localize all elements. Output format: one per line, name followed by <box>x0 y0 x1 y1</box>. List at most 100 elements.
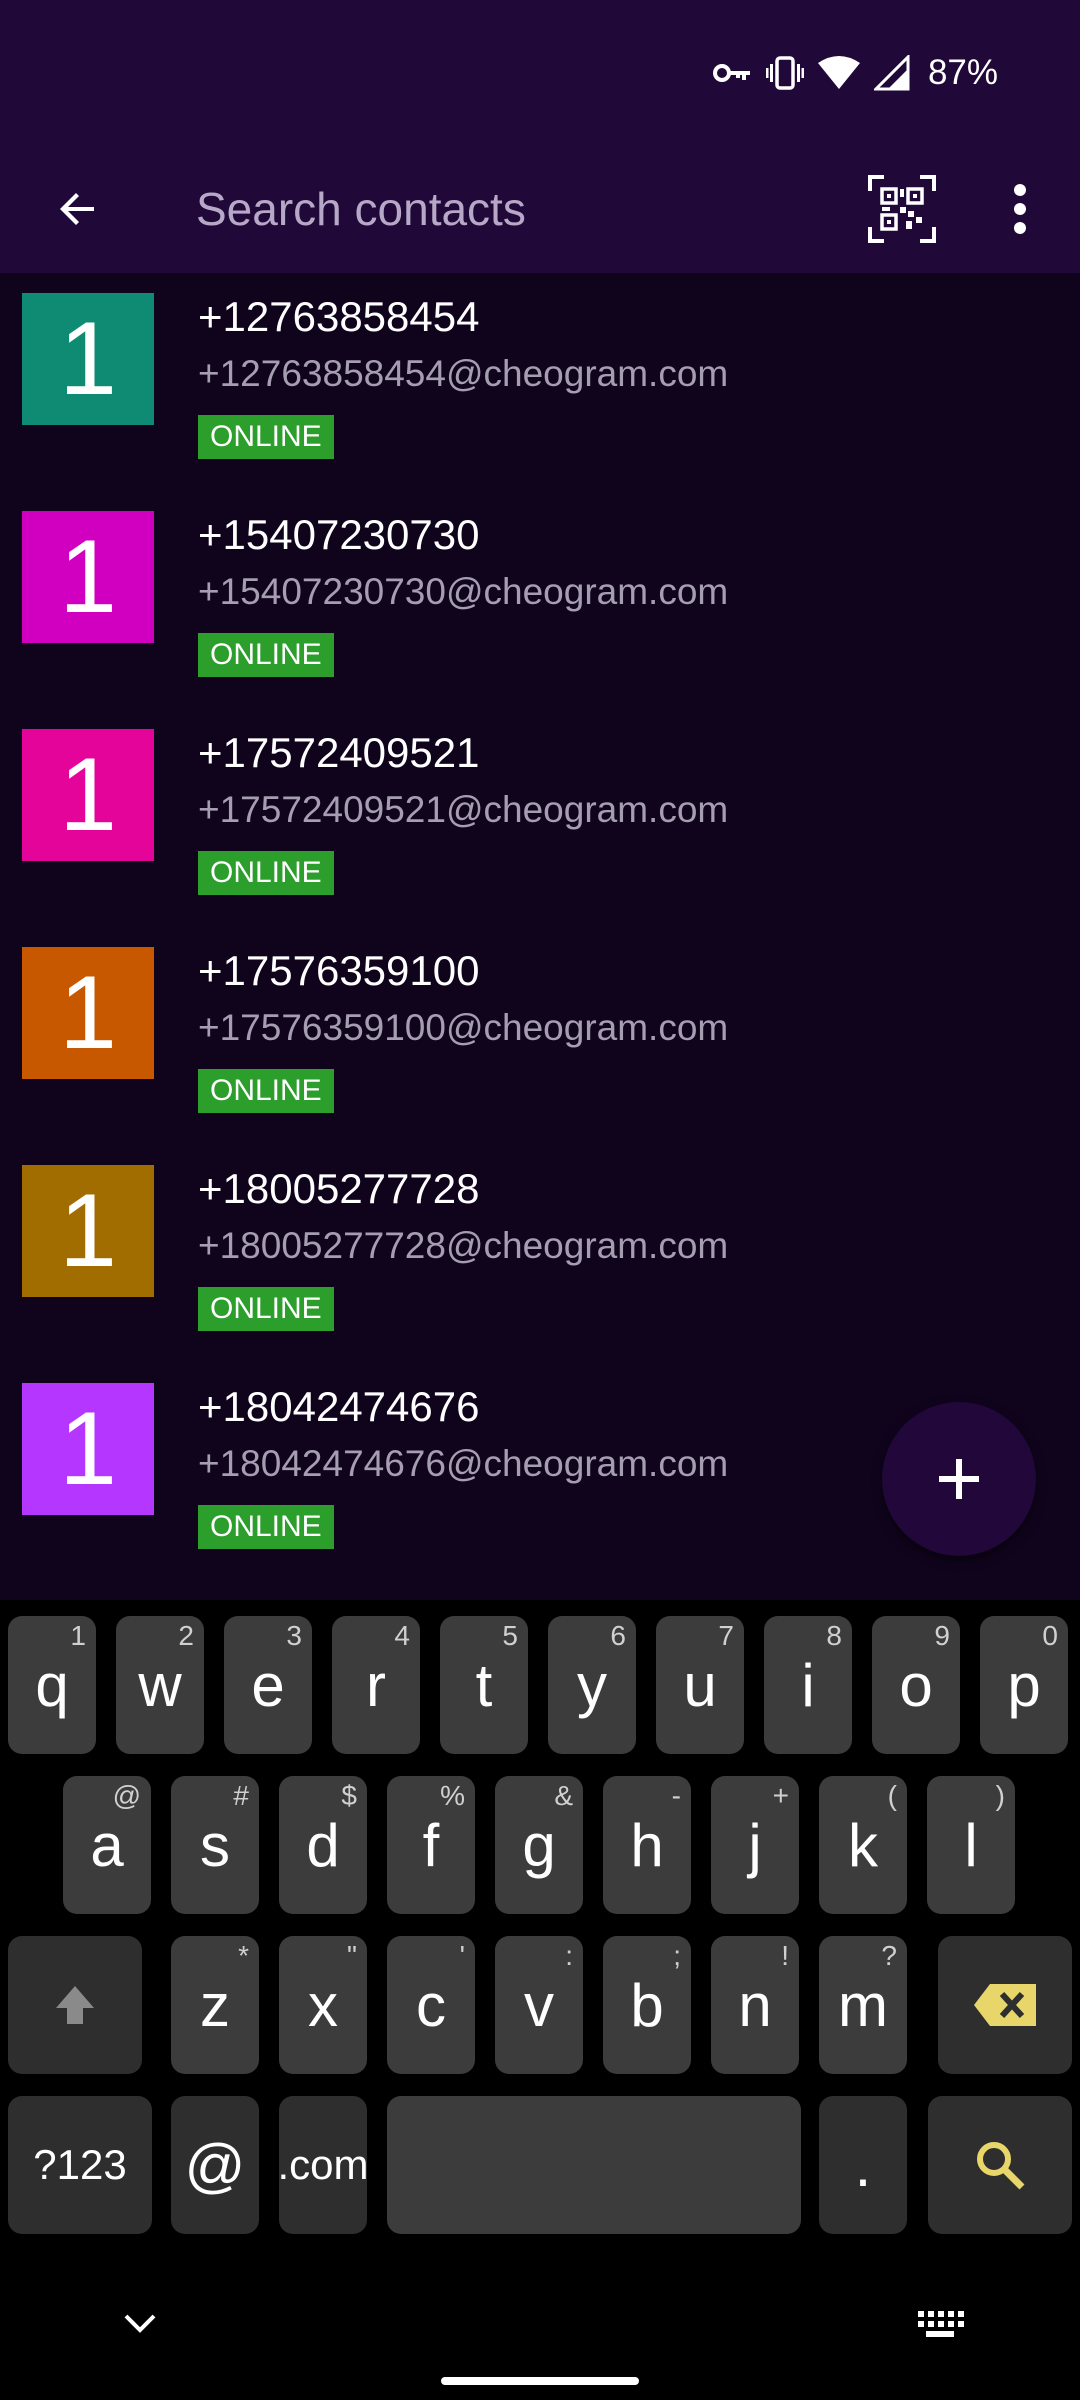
contact-avatar: 1 <box>22 511 154 643</box>
key-label: d <box>306 1811 340 1879</box>
contact-avatar: 1 <box>22 729 154 861</box>
status-badge: ONLINE <box>198 633 334 677</box>
key-label: i <box>801 1651 815 1719</box>
key-label: r <box>366 1651 386 1719</box>
key-label: x <box>308 1971 338 2039</box>
key-hint: ) <box>995 1780 1005 1811</box>
contact-jid: +17576359100@cheogram.com <box>198 1007 729 1048</box>
key-g[interactable]: g & <box>495 1776 583 1914</box>
contact-row[interactable]: 1 +18005277728 +18005277728@cheogram.com ON… <box>0 1145 1080 1363</box>
more-vert-icon <box>1014 184 1026 234</box>
qr-code-icon <box>868 175 936 243</box>
switch-keyboard-button[interactable] <box>910 2294 970 2354</box>
shift-key[interactable] <box>8 1936 142 2074</box>
key-label: u <box>683 1651 717 1719</box>
scan-qr-button[interactable] <box>864 159 940 259</box>
key-m[interactable]: m? <box>819 1936 907 2074</box>
key-n[interactable]: n! <box>711 1936 799 2074</box>
key-label: p <box>1007 1651 1041 1719</box>
contact-name: +12763858454 <box>198 293 480 340</box>
key-d[interactable]: d $ <box>279 1776 367 1914</box>
key-r[interactable]: r4 <box>332 1616 420 1754</box>
contact-list[interactable]: 1 +12763858454 +12763858454@cheogram.com ON… <box>0 273 1080 1600</box>
key-h[interactable]: h- <box>603 1776 691 1914</box>
back-button[interactable] <box>44 175 112 243</box>
key-j[interactable]: j + <box>711 1776 799 1914</box>
key-label: f <box>422 1811 440 1879</box>
backspace-key[interactable] <box>938 1936 1072 2074</box>
contact-jid: +15407230730@cheogram.com <box>198 571 729 612</box>
key-hint: - <box>671 1780 681 1811</box>
space-key[interactable] <box>387 2096 801 2234</box>
key-hint: 5 <box>502 1620 518 1651</box>
search-input[interactable] <box>196 169 816 249</box>
status-bar: 87% <box>0 0 1080 145</box>
more-options-button[interactable] <box>996 169 1044 249</box>
soft-keyboard: q 1 w 2 e 3 r 4 t 5 y 6 u 7 i 8 o 9 p 0 a @ s # d $ f% g & h - j + k(l) z *… <box>0 1600 1080 2270</box>
key-w[interactable]: w2 <box>116 1616 204 1754</box>
key-hint: & <box>554 1780 573 1811</box>
key-v[interactable]: v: <box>495 1936 583 2074</box>
key-hint: 2 <box>178 1620 194 1651</box>
key-i[interactable]: i8 <box>764 1616 852 1754</box>
dotcom-key[interactable]: .com <box>277 2096 369 2234</box>
contact-row[interactable]: 1 +15407230730 +15407230730@cheogram.com ON… <box>0 491 1080 709</box>
contact-jid: +18042474676@cheogram.com <box>198 1443 729 1484</box>
contact-avatar: 1 <box>22 1383 154 1515</box>
hide-keyboard-button[interactable] <box>110 2294 170 2354</box>
contact-name: +17576359100 <box>198 947 480 994</box>
key-label: t <box>475 1651 493 1719</box>
key-label: ?123 <box>33 2141 127 2188</box>
key-hint: ( <box>887 1780 897 1811</box>
key-hint: * <box>238 1940 249 1971</box>
key-u[interactable]: u7 <box>656 1616 744 1754</box>
contact-jid: +12763858454@cheogram.com <box>198 353 729 394</box>
key-q[interactable]: q1 <box>8 1616 96 1754</box>
contact-row[interactable]: 1 +12763858454 +12763858454@cheogram.com ON… <box>0 273 1080 491</box>
key-label: n <box>738 1971 772 2039</box>
key-f[interactable]: f% <box>387 1776 475 1914</box>
key-e[interactable]: e3 <box>224 1616 312 1754</box>
key-o[interactable]: o9 <box>872 1616 960 1754</box>
home-gesture-handle[interactable] <box>441 2377 639 2385</box>
key-label: a <box>90 1811 124 1879</box>
contact-name: +15407230730 <box>198 511 480 558</box>
key-x[interactable]: x " <box>279 1936 367 2074</box>
contact-jid: +18005277728@cheogram.com <box>198 1225 729 1266</box>
key-hint: + <box>772 1780 789 1811</box>
key-c[interactable]: c ' <box>387 1936 475 2074</box>
battery-percentage: 87% <box>927 53 998 92</box>
key-p[interactable]: p0 <box>980 1616 1068 1754</box>
key-hint: " <box>347 1940 357 1971</box>
contact-row[interactable]: 1 +17576359100 +17576359100@cheogram.com ON… <box>0 927 1080 1145</box>
key-k[interactable]: k( <box>819 1776 907 1914</box>
key-a[interactable]: a @ <box>63 1776 151 1914</box>
key-s[interactable]: s # <box>171 1776 259 1914</box>
symbols-key[interactable]: ?123 <box>8 2096 152 2234</box>
contact-row[interactable]: 1 +17572409521 +17572409521@cheogram.com ON… <box>0 709 1080 927</box>
at-key[interactable]: @ <box>171 2096 259 2234</box>
period-key[interactable]: . <box>819 2096 907 2234</box>
key-z[interactable]: z * <box>171 1936 259 2074</box>
key-hint: 9 <box>934 1620 950 1651</box>
key-label: .com <box>277 2141 369 2188</box>
contact-name: +18042474676 <box>198 1383 480 1430</box>
key-hint: 1 <box>70 1620 86 1651</box>
key-l[interactable]: l) <box>927 1776 1015 1914</box>
key-label: b <box>630 1971 664 2039</box>
contact-avatar: 1 <box>22 947 154 1079</box>
key-label: . <box>854 2131 872 2199</box>
key-t[interactable]: t5 <box>440 1616 528 1754</box>
add-contact-button[interactable] <box>882 1402 1036 1556</box>
navigation-bar <box>0 2270 1080 2400</box>
search-key[interactable] <box>928 2096 1072 2234</box>
key-y[interactable]: y6 <box>548 1616 636 1754</box>
chevron-down-icon <box>124 2314 156 2333</box>
key-hint: $ <box>341 1780 357 1811</box>
key-label: v <box>524 1971 554 2039</box>
shift-icon <box>56 1986 94 2024</box>
backspace-icon <box>974 1984 1036 2026</box>
key-b[interactable]: b; <box>603 1936 691 2074</box>
key-hint: 7 <box>718 1620 734 1651</box>
signal-icon <box>873 55 910 91</box>
